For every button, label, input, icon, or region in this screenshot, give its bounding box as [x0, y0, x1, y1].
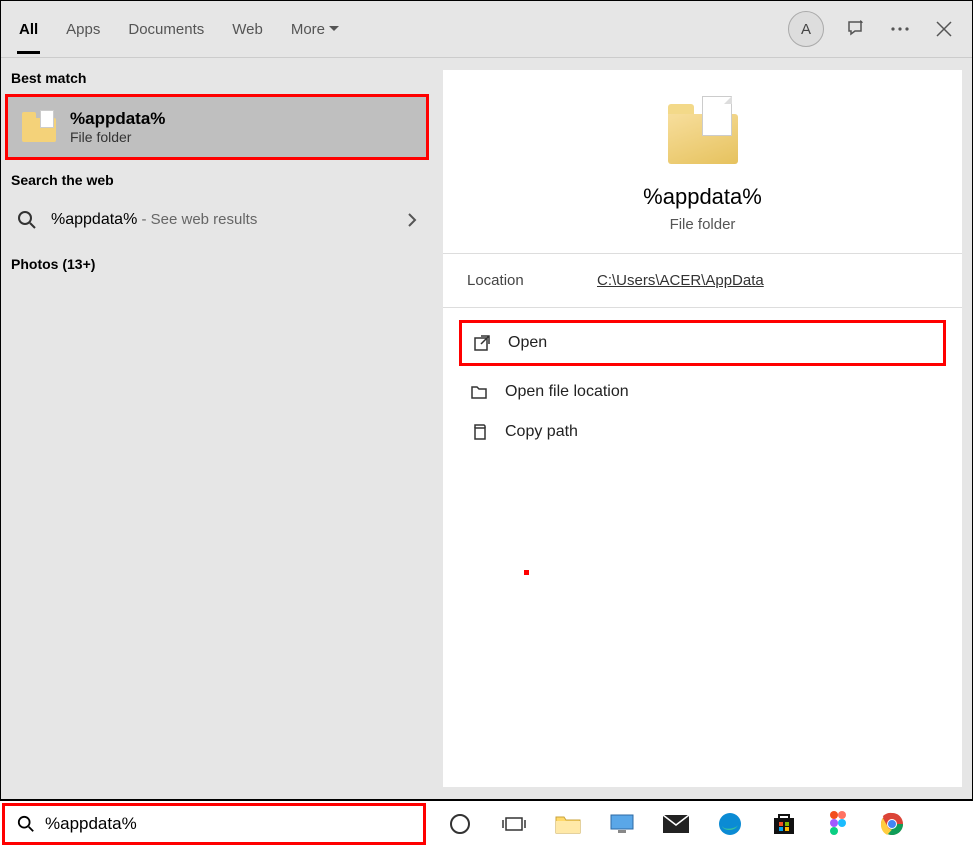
results-panel: Best match %appdata% File folder Search … [1, 58, 433, 799]
chevron-down-icon [329, 26, 339, 32]
best-match-label: Best match [1, 58, 433, 94]
feedback-icon[interactable] [844, 17, 868, 41]
store-icon[interactable] [768, 808, 800, 840]
cortana-icon[interactable] [444, 808, 476, 840]
detail-card: %appdata% File folder Location C:\Users\… [443, 70, 962, 787]
tab-documents[interactable]: Documents [126, 5, 206, 54]
search-icon [17, 210, 37, 230]
chevron-right-icon [407, 212, 417, 228]
figma-icon[interactable] [822, 808, 854, 840]
copy-path-label: Copy path [505, 423, 578, 441]
user-avatar[interactable]: A [788, 11, 824, 47]
bottom-bar [0, 800, 973, 847]
header: All Apps Documents Web More A [1, 1, 972, 58]
app-monitor-icon[interactable] [606, 808, 638, 840]
tab-web[interactable]: Web [230, 5, 265, 54]
edge-icon[interactable] [714, 808, 746, 840]
open-file-location-label: Open file location [505, 383, 629, 401]
best-match-text: %appdata% File folder [70, 109, 165, 145]
detail-title: %appdata% [463, 184, 942, 210]
web-result-desc: - See web results [137, 211, 257, 228]
best-match-subtitle: File folder [70, 129, 165, 145]
best-match-title: %appdata% [70, 109, 165, 129]
tab-apps[interactable]: Apps [64, 5, 102, 54]
task-view-icon[interactable] [498, 808, 530, 840]
copy-icon [469, 422, 489, 442]
folder-outline-icon [469, 382, 489, 402]
web-result[interactable]: %appdata% - See web results [1, 196, 433, 244]
folder-icon [22, 112, 56, 142]
detail-panel: %appdata% File folder Location C:\Users\… [433, 58, 972, 799]
search-box[interactable] [2, 803, 426, 845]
taskbar [428, 801, 973, 847]
search-web-label: Search the web [1, 160, 433, 196]
open-label: Open [508, 334, 547, 352]
tab-more[interactable]: More [289, 5, 341, 54]
location-row: Location C:\Users\ACER\AppData [443, 254, 962, 308]
tab-all[interactable]: All [17, 5, 40, 54]
actions-list: Open Open file location Copy path [443, 308, 962, 464]
search-input[interactable] [45, 814, 411, 834]
chrome-icon[interactable] [876, 808, 908, 840]
open-icon [472, 333, 492, 353]
file-explorer-icon[interactable] [552, 808, 584, 840]
detail-subtitle: File folder [463, 216, 942, 233]
mail-icon[interactable] [660, 808, 692, 840]
web-result-term: %appdata% [51, 211, 137, 228]
best-match-result[interactable]: %appdata% File folder [5, 94, 429, 160]
close-icon[interactable] [932, 17, 956, 41]
open-action[interactable]: Open [459, 320, 946, 366]
header-right: A [788, 11, 956, 47]
more-options-icon[interactable] [888, 17, 912, 41]
header-tabs: All Apps Documents Web More [17, 5, 788, 54]
photos-label[interactable]: Photos (13+) [1, 244, 433, 280]
tab-more-label: More [291, 21, 325, 38]
folder-icon [668, 102, 738, 164]
annotation-dot [524, 570, 529, 575]
location-label: Location [467, 272, 597, 289]
location-value[interactable]: C:\Users\ACER\AppData [597, 272, 764, 289]
copy-path-action[interactable]: Copy path [459, 412, 946, 452]
search-icon [17, 815, 35, 833]
open-file-location-action[interactable]: Open file location [459, 372, 946, 412]
